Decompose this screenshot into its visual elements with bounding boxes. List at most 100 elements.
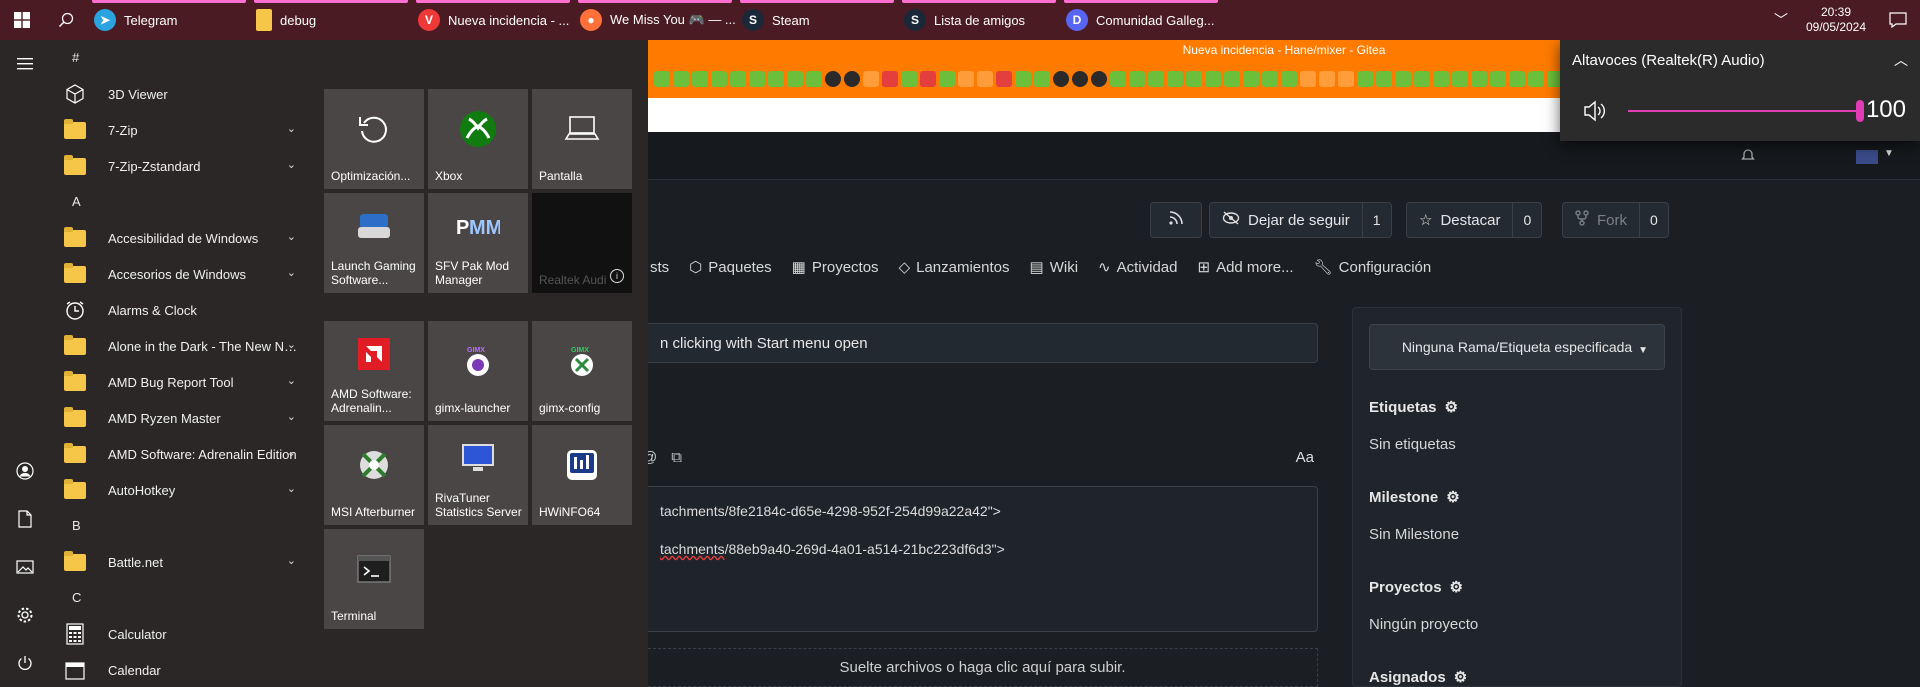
power-icon[interactable]	[0, 639, 50, 687]
unwatch-button[interactable]: Dejar de seguir 1	[1209, 202, 1392, 238]
start-tile[interactable]: P MM SFV Pak Mod Manager	[428, 193, 528, 293]
taskbar-app[interactable]: S Steam	[736, 0, 898, 40]
list-folder-item[interactable]: 7-Zip ⌄	[50, 112, 310, 148]
list-folder-item[interactable]: Battle.net ⌄	[50, 544, 310, 580]
bookmark-favicon-icon[interactable]	[1281, 71, 1297, 87]
list-app-item[interactable]: 3D Viewer	[50, 76, 310, 112]
start-tile[interactable]: HWiNFO64	[532, 425, 632, 525]
start-tile[interactable]: GIMX gimx-config	[532, 321, 632, 421]
bookmark-favicon-icon[interactable]	[1376, 71, 1392, 87]
fork-button[interactable]: Fork 0	[1562, 202, 1669, 238]
bookmark-favicon-icon[interactable]	[1129, 71, 1145, 87]
list-letter-header[interactable]: C	[50, 580, 310, 616]
list-app-item[interactable]: Calculator	[50, 616, 310, 652]
speaker-icon[interactable]	[1582, 98, 1608, 129]
bookmark-favicon-icon[interactable]	[1053, 71, 1069, 87]
bookmark-favicon-icon[interactable]	[920, 71, 936, 87]
bookmark-favicon-icon[interactable]	[901, 71, 917, 87]
bookmark-favicon-icon[interactable]	[1186, 71, 1202, 87]
bookmark-favicon-icon[interactable]	[1224, 71, 1240, 87]
bookmark-favicon-icon[interactable]	[1148, 71, 1164, 87]
labels-header[interactable]: Etiquetas ⚙	[1369, 398, 1458, 417]
windows-start-icon[interactable]	[0, 0, 44, 40]
tab-packages[interactable]: ⬡ Paquetes	[689, 258, 772, 277]
bookmark-favicon-icon[interactable]	[996, 71, 1012, 87]
tab-releases[interactable]: ◇ Lanzamientos	[899, 258, 1010, 277]
tab-add-more[interactable]: ⊞ Add more...	[1197, 258, 1293, 277]
avatar[interactable]	[1856, 150, 1878, 164]
bookmark-favicon-icon[interactable]	[863, 71, 879, 87]
list-folder-item[interactable]: AMD Software: Adrenalin Edition ⌄	[50, 436, 310, 472]
bookmark-favicon-icon[interactable]	[1205, 71, 1221, 87]
projects-header[interactable]: Proyectos ⚙	[1369, 578, 1463, 597]
hamburger-icon[interactable]	[0, 40, 50, 88]
bookmark-favicon-icon[interactable]	[1357, 71, 1373, 87]
start-tile[interactable]: GIMX gimx-launcher	[428, 321, 528, 421]
bookmark-favicon-icon[interactable]	[958, 71, 974, 87]
list-folder-item[interactable]: AutoHotkey ⌄	[50, 472, 310, 508]
bookmark-favicon-icon[interactable]	[882, 71, 898, 87]
start-tile[interactable]: MSI Afterburner	[324, 425, 424, 525]
start-tile[interactable]: RivaTuner Statistics Server	[428, 425, 528, 525]
bookmark-favicon-icon[interactable]	[1167, 71, 1183, 87]
cross-reference-icon[interactable]: ⧉	[671, 449, 682, 466]
bookmark-favicon-icon[interactable]	[1262, 71, 1278, 87]
taskbar-app[interactable]: ➤ Telegram	[88, 0, 250, 40]
bookmark-favicon-icon[interactable]	[1490, 71, 1506, 87]
start-tile[interactable]: Realtek Audi i	[532, 193, 632, 293]
milestone-header[interactable]: Milestone ⚙	[1369, 488, 1460, 507]
gear-icon[interactable]: ⚙	[1446, 488, 1459, 506]
bookmark-favicon-icon[interactable]	[749, 71, 765, 87]
bookmark-favicon-icon[interactable]	[711, 71, 727, 87]
list-folder-item[interactable]: 7-Zip-Zstandard ⌄	[50, 148, 310, 184]
audio-device-name[interactable]: Altavoces (Realtek(R) Audio)	[1572, 52, 1765, 69]
start-tile[interactable]: Optimización...	[324, 89, 424, 189]
info-icon[interactable]: i	[610, 269, 624, 283]
bookmark-favicon-icon[interactable]	[1509, 71, 1525, 87]
bookmark-favicon-icon[interactable]	[1414, 71, 1430, 87]
bookmark-favicon-icon[interactable]	[692, 71, 708, 87]
pictures-icon[interactable]	[0, 543, 50, 591]
tab-projects[interactable]: ▦ Proyectos	[792, 258, 879, 277]
list-folder-item[interactable]: AMD Bug Report Tool ⌄	[50, 364, 310, 400]
bookmark-favicon-icon[interactable]	[1110, 71, 1126, 87]
rss-button[interactable]	[1150, 202, 1202, 238]
bell-icon[interactable]	[1740, 148, 1756, 169]
start-tile[interactable]: AMD Software: Adrenalin...	[324, 321, 424, 421]
issue-body-editor[interactable]: tachments/8fe2184c-d65e-4298-952f-254d99…	[648, 486, 1318, 632]
bookmark-favicon-icon[interactable]	[1072, 71, 1088, 87]
start-tile[interactable]: Pantalla	[532, 89, 632, 189]
tab-partial[interactable]: sts	[650, 259, 669, 276]
bookmark-favicon-icon[interactable]	[1091, 71, 1107, 87]
list-folder-item[interactable]: AMD Ryzen Master ⌄	[50, 400, 310, 436]
bookmark-favicon-icon[interactable]	[1471, 71, 1487, 87]
list-app-item[interactable]: Calendar	[50, 652, 310, 687]
branch-selector[interactable]: Ninguna Rama/Etiqueta especificada ▼	[1369, 324, 1665, 370]
gear-icon[interactable]: ⚙	[1445, 398, 1458, 416]
bookmark-favicon-icon[interactable]	[825, 71, 841, 87]
assignees-header[interactable]: Asignados ⚙	[1369, 668, 1467, 687]
bookmark-favicon-icon[interactable]	[1015, 71, 1031, 87]
list-letter-header[interactable]: A	[50, 184, 310, 220]
bookmark-favicon-icon[interactable]	[654, 71, 670, 87]
taskbar-app[interactable]: V Nueva incidencia - ...	[412, 0, 574, 40]
taskbar-app[interactable]: S Lista de amigos	[898, 0, 1060, 40]
bookmark-favicon-icon[interactable]	[977, 71, 993, 87]
chevron-down-icon[interactable]: ﹀	[1766, 10, 1796, 30]
bookmark-favicon-icon[interactable]	[1300, 71, 1316, 87]
notification-icon[interactable]	[1876, 12, 1920, 28]
taskbar-app[interactable]: ● We Miss You 🎮 — ...	[574, 0, 736, 40]
list-folder-item[interactable]: Accesorios de Windows ⌄	[50, 256, 310, 292]
clock[interactable]: 20:39 09/05/2024	[1796, 5, 1876, 35]
bookmark-favicon-icon[interactable]	[1338, 71, 1354, 87]
bookmark-favicon-icon[interactable]	[1433, 71, 1449, 87]
gear-icon[interactable]: ⚙	[1454, 668, 1467, 686]
list-letter-header[interactable]: B	[50, 508, 310, 544]
bookmark-favicon-icon[interactable]	[1319, 71, 1335, 87]
gear-icon[interactable]: ⚙	[1450, 578, 1463, 596]
bookmark-favicon-icon[interactable]	[939, 71, 955, 87]
bookmark-favicon-icon[interactable]	[1034, 71, 1050, 87]
chevron-up-icon[interactable]: ︿	[1894, 50, 1908, 70]
volume-slider-thumb[interactable]	[1856, 100, 1864, 122]
start-tile[interactable]: Terminal	[324, 529, 424, 629]
